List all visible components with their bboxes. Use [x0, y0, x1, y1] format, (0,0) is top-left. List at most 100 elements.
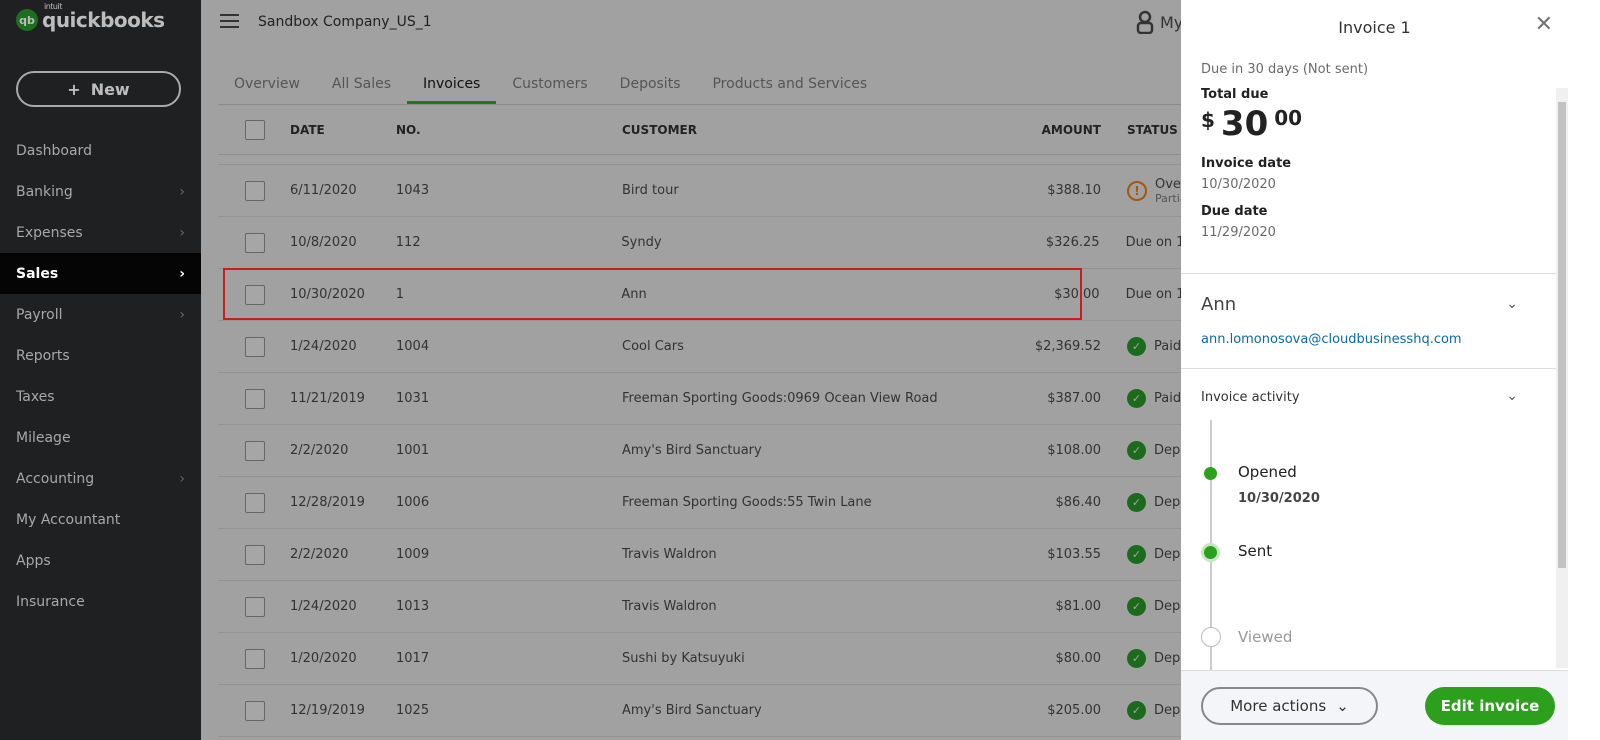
row-checkbox[interactable] — [245, 596, 265, 617]
cell-customer: Amy's Bird Sanctuary — [622, 443, 762, 458]
table-header: DATE NO. CUSTOMER AMOUNT STATUS ▲ — [218, 105, 1218, 155]
column-customer[interactable]: CUSTOMER — [622, 123, 982, 137]
cell-no: 1025 — [396, 703, 430, 718]
check-circle-icon: ✓ — [1127, 389, 1146, 408]
my-account-button[interactable]: My — [1136, 10, 1183, 34]
scrollbar-thumb[interactable] — [1558, 102, 1566, 568]
table-row[interactable]: 1/24/2020 1013 Travis Waldron $81.00 ✓De… — [218, 581, 1218, 633]
amount-cents: 00 — [1274, 106, 1303, 130]
sidebar: qb intuit quickbooks + New Dashboard Bankin… — [0, 0, 201, 740]
table-row[interactable]: 1/24/2020 1004 Cool Cars $2,369.52 ✓ Paid — [218, 321, 1218, 373]
table-row[interactable]: 2/2/2020 1009 Travis Waldron $103.55 ✓De… — [218, 529, 1218, 581]
close-icon[interactable]: ✕ — [1535, 12, 1553, 37]
table-row[interactable]: 1/20/2020 1017 Sushi by Katsuyuki $80.00… — [218, 633, 1218, 685]
sidebar-item-label: Insurance — [16, 593, 85, 610]
new-button[interactable]: + New — [16, 71, 181, 107]
column-amount[interactable]: AMOUNT — [982, 123, 1101, 137]
quickbooks-logo[interactable]: qb intuit quickbooks — [16, 2, 165, 32]
row-checkbox[interactable] — [245, 700, 265, 721]
total-due-label: Total due — [1201, 87, 1269, 102]
sidebar-item-taxes[interactable]: Taxes — [0, 376, 201, 417]
edit-invoice-button[interactable]: Edit invoice — [1425, 687, 1555, 725]
sidebar-item-mileage[interactable]: Mileage — [0, 417, 201, 458]
column-status[interactable]: STATUS ▲ — [1101, 123, 1191, 137]
sidebar-item-apps[interactable]: Apps — [0, 540, 201, 581]
row-checkbox[interactable] — [245, 440, 265, 461]
cell-no: 1004 — [396, 339, 430, 354]
row-checkbox[interactable] — [245, 180, 265, 201]
sidebar-item-payroll[interactable]: Payroll › — [0, 294, 201, 335]
cell-date: 10/8/2020 — [289, 235, 357, 250]
cell-amount: $81.00 — [1055, 599, 1102, 614]
tab-products-and-services[interactable]: Products and Services — [696, 66, 883, 104]
column-date[interactable]: DATE — [290, 123, 396, 137]
sidebar-item-insurance[interactable]: Insurance — [0, 581, 201, 622]
panel-footer: More actions ⌄ Edit invoice — [1181, 670, 1568, 740]
cell-date: 2/2/2020 — [290, 547, 349, 562]
cell-customer: Bird tour — [622, 183, 679, 198]
sidebar-item-reports[interactable]: Reports — [0, 335, 201, 376]
cell-customer: Freeman Sporting Goods:0969 Ocean View R… — [622, 391, 938, 406]
row-checkbox[interactable] — [245, 388, 265, 409]
more-actions-label: More actions — [1230, 697, 1327, 715]
sidebar-item-label: Expenses — [16, 224, 83, 241]
tab-overview[interactable]: Overview — [218, 66, 316, 104]
customer-name[interactable]: Ann — [1201, 294, 1236, 315]
due-date: 11/29/2020 — [1201, 225, 1276, 240]
cell-date: 6/11/2020 — [290, 183, 357, 198]
row-checkbox[interactable] — [245, 544, 265, 565]
table-row[interactable]: 12/19/2019 1025 Amy's Bird Sanctuary $20… — [218, 685, 1218, 737]
check-circle-icon: ✓ — [1127, 441, 1146, 460]
tab-customers[interactable]: Customers — [496, 66, 603, 104]
cell-date: 11/21/2019 — [290, 391, 365, 406]
cell-no: 1017 — [396, 651, 430, 666]
sidebar-item-label: Mileage — [16, 429, 71, 446]
amount-whole: 30 — [1220, 104, 1269, 144]
event-opened-date: 10/30/2020 — [1238, 491, 1320, 506]
table-row[interactable]: 10/8/2020 112 Syndy $326.25 Due on 11/7/… — [218, 217, 1218, 269]
sidebar-item-my-accountant[interactable]: My Accountant — [0, 499, 201, 540]
cell-date: 1/24/2020 — [290, 599, 357, 614]
table-row[interactable]: 2/2/2020 1001 Amy's Bird Sanctuary $108.… — [218, 425, 1218, 477]
cell-date: 12/28/2019 — [290, 495, 365, 510]
event-opened: Opened — [1238, 463, 1297, 481]
chevron-down-icon: ⌄ — [1336, 697, 1349, 715]
table-row[interactable]: 11/21/2019 1031 Freeman Sporting Goods:0… — [218, 373, 1218, 425]
new-label: New — [90, 79, 130, 99]
more-actions-button[interactable]: More actions ⌄ — [1201, 687, 1378, 725]
cell-no: 1006 — [396, 495, 430, 510]
sidebar-item-expenses[interactable]: Expenses › — [0, 212, 201, 253]
row-checkbox[interactable] — [245, 648, 265, 669]
sidebar-item-accounting[interactable]: Accounting › — [0, 458, 201, 499]
sidebar-item-banking[interactable]: Banking › — [0, 171, 201, 212]
column-no[interactable]: NO. — [396, 123, 622, 137]
invoices-table: DATE NO. CUSTOMER AMOUNT STATUS ▲ 6/11/2… — [218, 105, 1218, 737]
row-checkbox[interactable] — [245, 336, 265, 357]
check-circle-icon: ✓ — [1127, 701, 1146, 720]
sidebar-item-sales[interactable]: Sales › — [0, 253, 201, 294]
tab-invoices[interactable]: Invoices — [407, 66, 497, 104]
divider — [1181, 368, 1556, 369]
row-checkbox[interactable] — [245, 232, 265, 253]
table-row[interactable]: 6/11/2020 1043 Bird tour $388.10 !Overdu… — [218, 165, 1218, 217]
cell-no: 1031 — [396, 391, 430, 406]
cell-no: 1009 — [396, 547, 430, 562]
panel-scrollbar[interactable] — [1556, 88, 1568, 668]
row-checkbox[interactable] — [245, 492, 265, 513]
customer-email[interactable]: ann.lomonosova@cloudbusinesshq.com — [1201, 332, 1462, 347]
hamburger-menu-icon[interactable] — [220, 14, 239, 28]
cell-date: 12/19/2019 — [290, 703, 365, 718]
due-date-label: Due date — [1201, 204, 1268, 219]
chevron-right-icon: › — [179, 265, 185, 282]
sidebar-item-dashboard[interactable]: Dashboard — [0, 130, 201, 171]
table-row[interactable]: 12/28/2019 1006 Freeman Sporting Goods:5… — [218, 477, 1218, 529]
tab-all-sales[interactable]: All Sales — [316, 66, 407, 104]
select-all-checkbox[interactable] — [245, 119, 265, 140]
tab-deposits[interactable]: Deposits — [604, 66, 697, 104]
chevron-down-icon[interactable]: ⌄ — [1506, 388, 1518, 404]
cell-no: 1013 — [396, 599, 430, 614]
company-name: Sandbox Company_US_1 — [258, 14, 432, 30]
total-due-amount: $30 00 — [1201, 104, 1541, 144]
cell-amount: $108.00 — [1047, 443, 1101, 458]
chevron-down-icon[interactable]: ⌄ — [1506, 296, 1518, 312]
